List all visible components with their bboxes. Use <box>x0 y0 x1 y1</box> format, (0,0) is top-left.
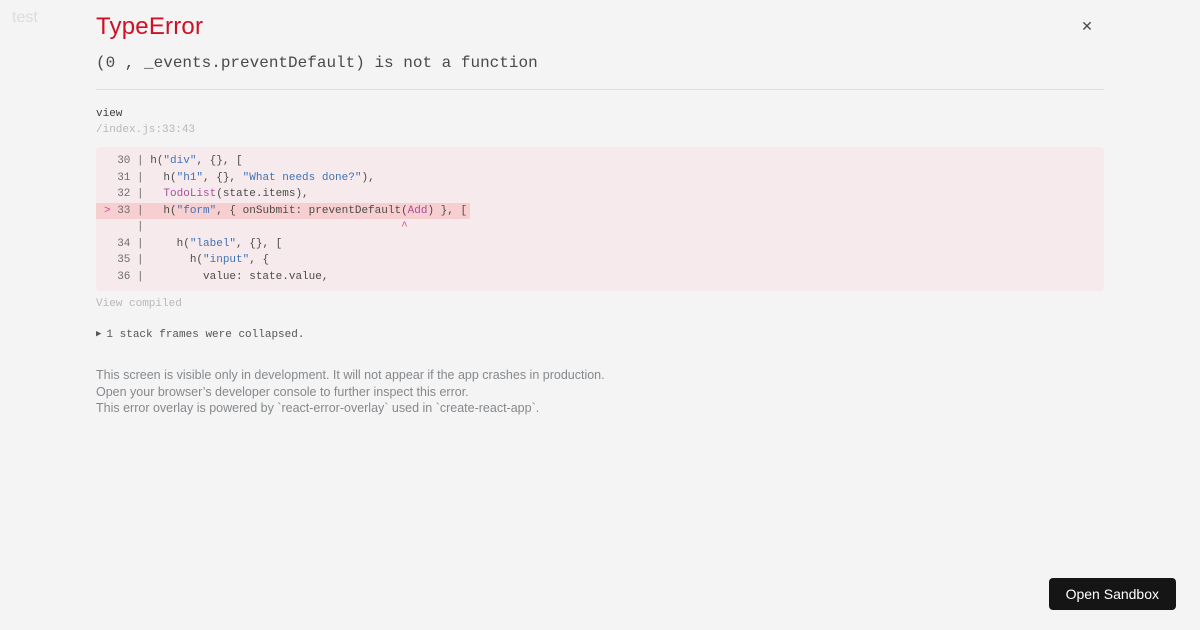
code-line: | ^ <box>104 221 408 233</box>
dev-note-line: This error overlay is powered by `react-… <box>96 401 540 415</box>
error-title: TypeError <box>96 13 204 40</box>
code-line: 30 | h("div", {}, [ <box>104 155 243 167</box>
collapse-label: 1 stack frames were collapsed. <box>106 329 305 341</box>
close-button[interactable]: ✕ <box>1076 15 1098 37</box>
open-sandbox-button[interactable]: Open Sandbox <box>1048 578 1176 610</box>
stack-frame-function-name: view <box>96 108 123 120</box>
code-line: 32 | TodoList(state.items), <box>104 188 309 200</box>
code-line: 35 | h("input", { <box>104 254 270 266</box>
code-line: > 33 | h("form", { onSubmit: preventDefa… <box>96 202 1096 219</box>
error-overlay: ✕ TypeError (0 , _events.preventDefault)… <box>96 0 1104 417</box>
error-message: (0 , _events.preventDefault) is not a fu… <box>96 54 538 72</box>
divider <box>96 89 1104 90</box>
code-frame: 30 | h("div", {}, [ 31 | h("h1", {}, "Wh… <box>96 147 1104 291</box>
dev-note-line: Open your browser’s developer console to… <box>96 384 469 399</box>
code-line: 36 | value: state.value, <box>104 270 329 283</box>
code-line: 31 | h("h1", {}, "What needs done?"), <box>104 171 375 184</box>
view-compiled-link[interactable]: View compiled <box>96 298 182 310</box>
dev-notes: This screen is visible only in developme… <box>96 367 1104 417</box>
triangle-right-icon: ▶ <box>96 329 102 339</box>
stack-frames-collapse-toggle[interactable]: ▶ 1 stack frames were collapsed. <box>96 329 1104 341</box>
code-line: 34 | h("label", {}, [ <box>104 237 283 250</box>
dev-note-line: This screen is visible only in developme… <box>96 368 605 382</box>
close-icon: ✕ <box>1081 18 1093 34</box>
stack-frame-location: /index.js:33:43 <box>96 124 196 136</box>
background-app-text: test <box>12 9 38 26</box>
